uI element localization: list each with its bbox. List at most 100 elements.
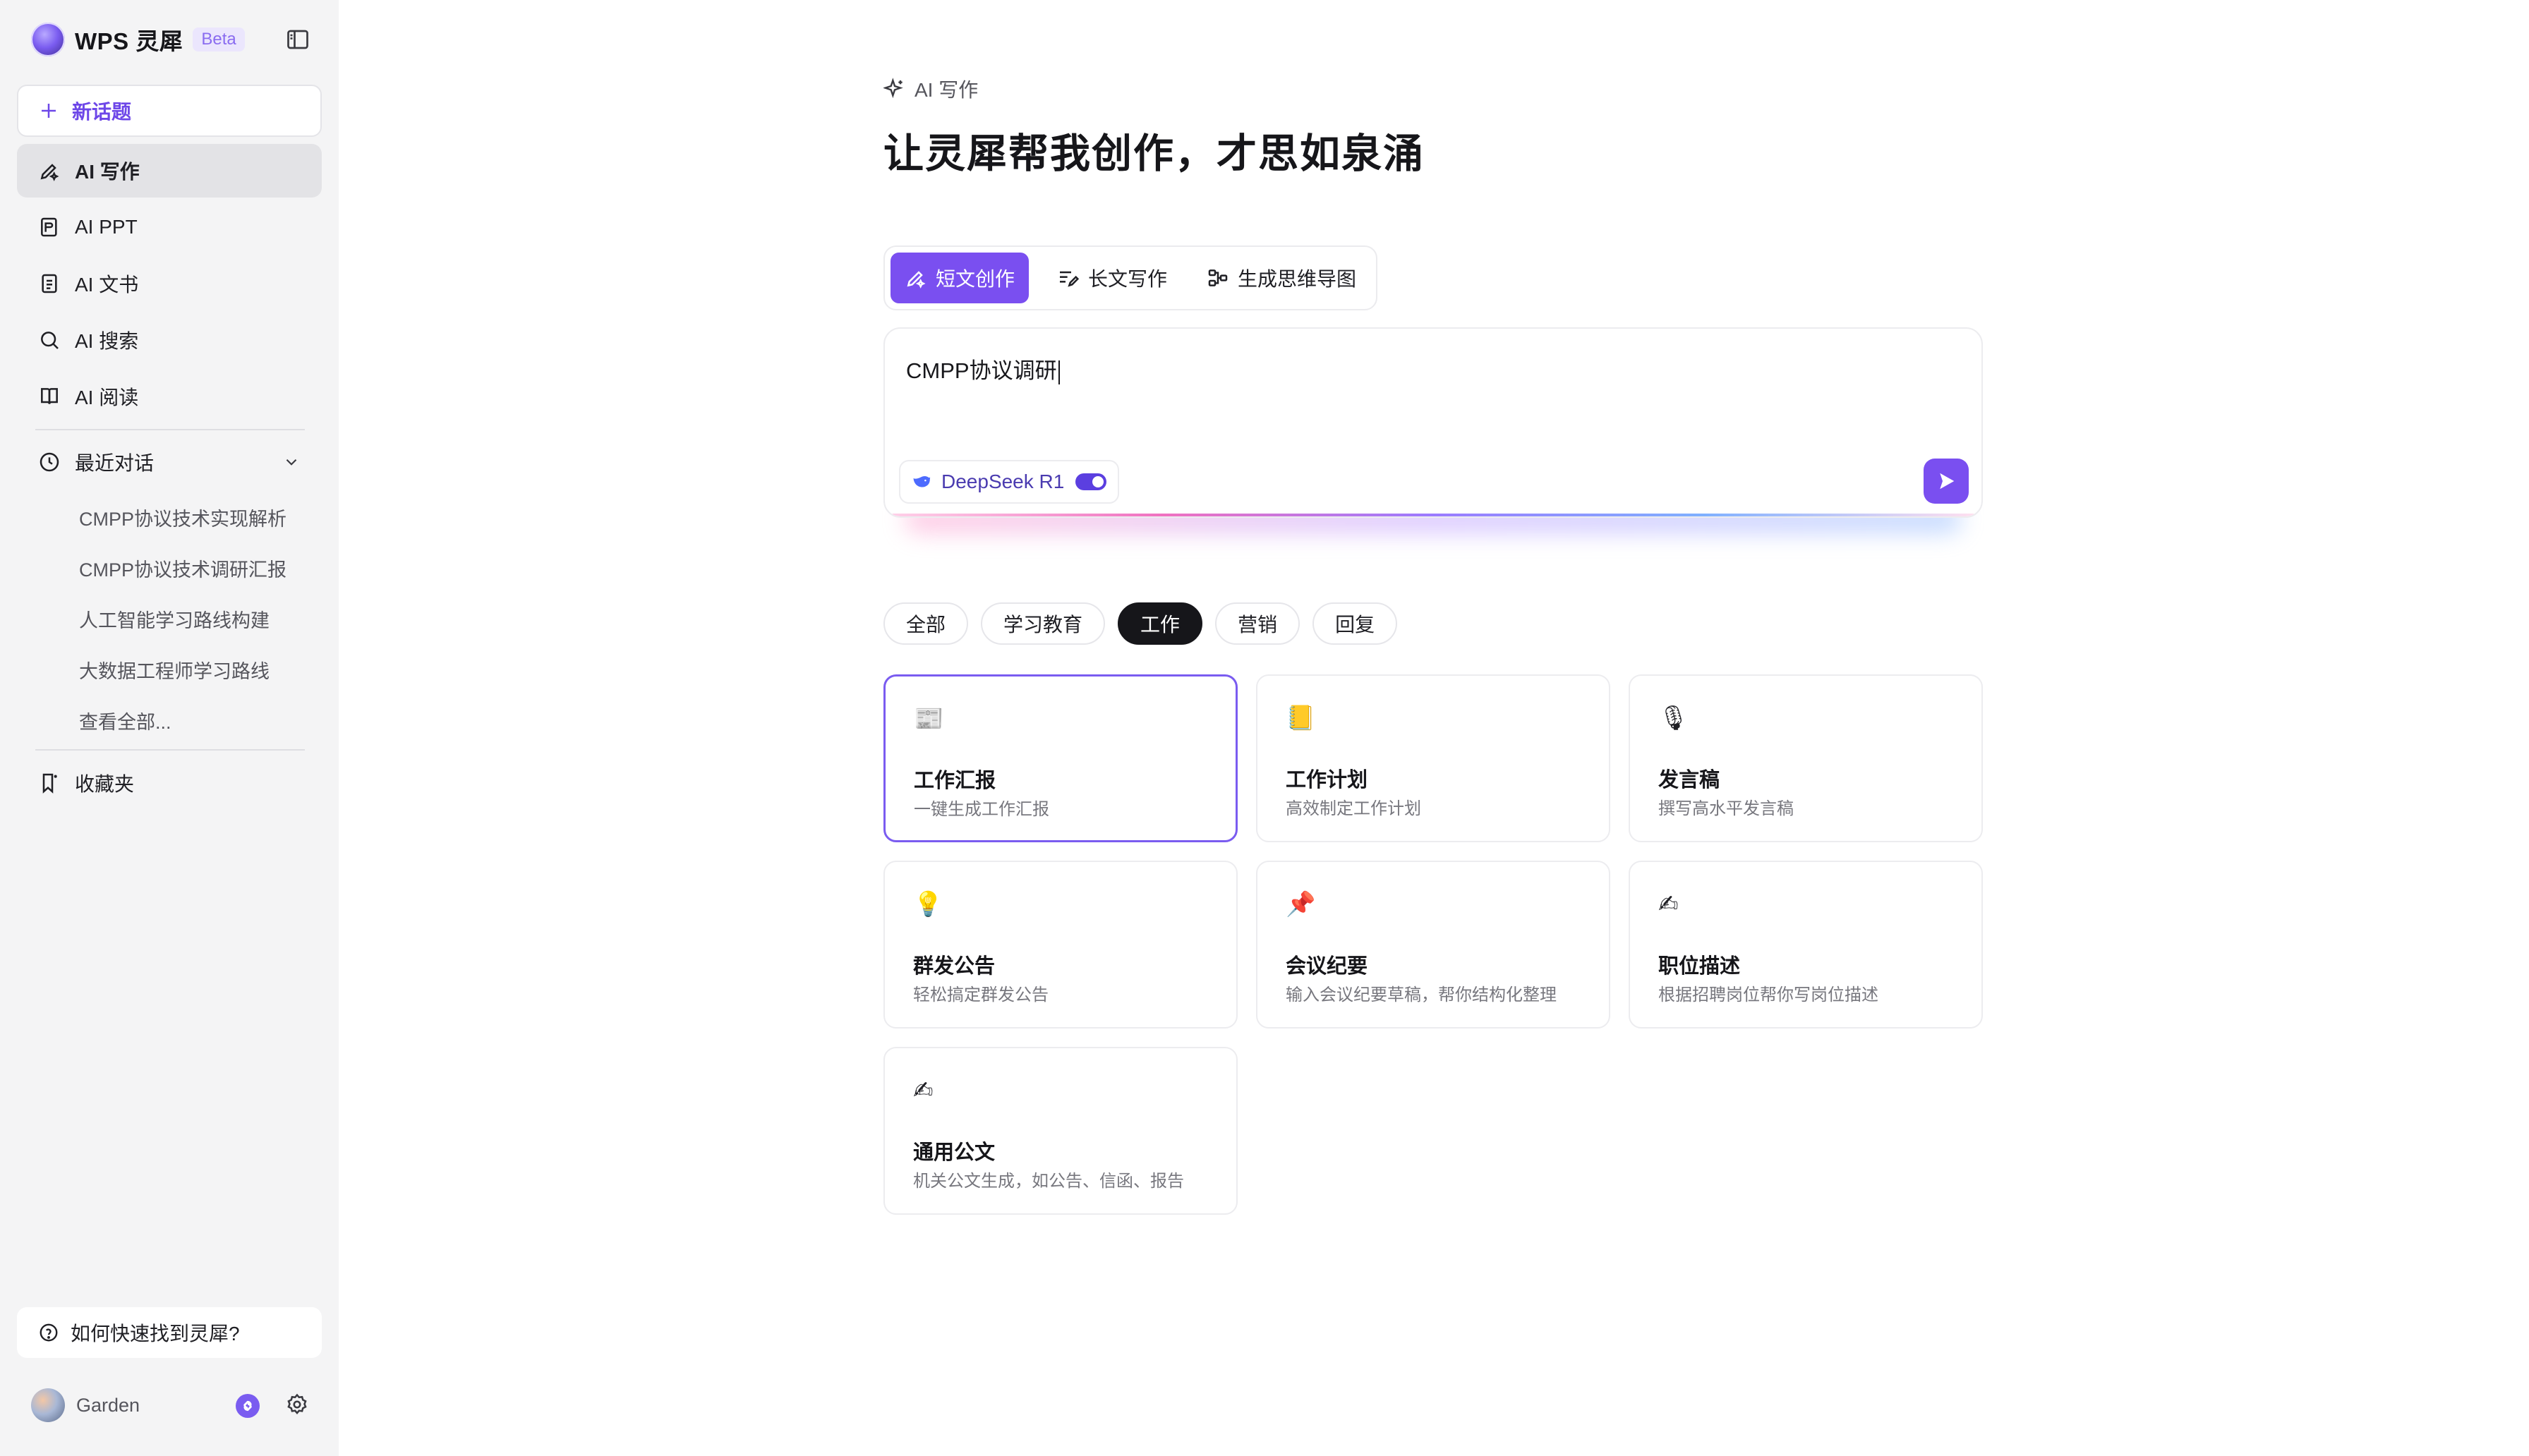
sidebar-item-label: 收藏夹 <box>75 773 135 795</box>
plus-icon <box>38 100 59 121</box>
beta-badge: Beta <box>193 28 245 51</box>
deepseek-icon <box>912 471 933 492</box>
card-title: 通用公文 <box>913 1141 996 1164</box>
microphone-icon: 🎙 <box>1658 705 1689 732</box>
sidebar-item-label: AI 文书 <box>75 274 139 296</box>
writing-hand-icon: ✍ <box>913 1077 934 1104</box>
card-desc: 机关公文生成，如公告、信函、报告 <box>913 1172 1184 1191</box>
sidebar-item-ai-search[interactable]: AI 搜索 <box>17 313 322 367</box>
category-chip[interactable]: 营销 <box>1215 602 1300 645</box>
new-topic-button[interactable]: 新话题 <box>17 85 322 137</box>
page-title: 让灵犀帮我创作，才思如泉涌 <box>883 131 1425 176</box>
avatar[interactable] <box>31 1388 65 1422</box>
book-icon <box>38 385 61 408</box>
mode-tabs: 短文创作 长文写作 生成思维导图 <box>883 245 1377 310</box>
card-desc: 撰写高水平发言稿 <box>1658 799 1794 818</box>
view-all-link[interactable]: 查看全部... <box>79 707 171 734</box>
search-icon <box>38 329 61 351</box>
prompt-area: CMPP协议调研 DeepSeek R1 <box>883 327 1983 533</box>
send-icon <box>1936 471 1957 492</box>
writing-hand-icon: ✍ <box>1658 891 1679 918</box>
card-title: 会议纪要 <box>1286 955 1368 978</box>
recent-item[interactable]: CMPP协议技术调研汇报 <box>79 554 286 582</box>
sidebar-item-ai-reading[interactable]: AI 阅读 <box>17 370 322 423</box>
sidebar-item-label: AI PPT <box>75 216 138 238</box>
ppt-icon <box>38 216 61 238</box>
clock-icon <box>38 451 61 473</box>
template-card[interactable]: 📒 工作计划 高效制定工作计划 <box>1256 674 1610 842</box>
sidebar-divider <box>35 429 305 430</box>
sidebar-item-label: AI 阅读 <box>75 387 139 408</box>
sidebar-item-ai-document[interactable]: AI 文书 <box>17 257 322 310</box>
card-title: 群发公告 <box>913 955 996 978</box>
model-name: DeepSeek R1 <box>941 471 1065 492</box>
new-topic-label: 新话题 <box>72 101 132 123</box>
recent-item[interactable]: 人工智能学习路线构建 <box>79 605 270 633</box>
category-chip-active[interactable]: 工作 <box>1118 602 1203 645</box>
tab-mind-map[interactable]: 生成思维导图 <box>1193 253 1370 303</box>
template-card[interactable]: 💡 群发公告 轻松搞定群发公告 <box>883 861 1238 1029</box>
user-name: Garden <box>76 1394 140 1416</box>
card-desc: 输入会议纪要草稿，帮你结构化整理 <box>1286 985 1557 1005</box>
brand-name: WPS 灵犀 <box>75 28 183 54</box>
card-desc: 一键生成工作汇报 <box>914 800 1049 819</box>
category-chip[interactable]: 学习教育 <box>981 602 1106 645</box>
send-button[interactable] <box>1924 459 1969 504</box>
user-row[interactable]: Garden <box>31 1387 313 1424</box>
recent-title: 最近对话 <box>75 452 155 474</box>
prompt-input-text[interactable]: CMPP协议调研 <box>906 353 1060 384</box>
sidebar-item-ai-writing[interactable]: AI 写作 <box>17 144 322 198</box>
notebook-icon: 📒 <box>1286 705 1316 732</box>
tab-label: 长文写作 <box>1088 268 1168 290</box>
sidebar-item-favorites[interactable]: 收藏夹 <box>17 756 322 810</box>
pen-sparkle-icon <box>905 267 927 289</box>
question-icon <box>38 1322 59 1343</box>
card-title: 工作汇报 <box>914 770 996 792</box>
brand[interactable]: WPS 灵犀 Beta <box>31 21 245 58</box>
card-title: 职位描述 <box>1658 955 1741 978</box>
document-icon <box>38 272 61 295</box>
sidebar-toggle-icon[interactable] <box>285 27 310 52</box>
template-card[interactable]: 🎙 发言稿 撰写高水平发言稿 <box>1629 674 1983 842</box>
recent-item[interactable]: 大数据工程师学习路线 <box>79 656 270 684</box>
pen-sparkle-icon <box>38 159 61 182</box>
member-badge-icon[interactable] <box>236 1394 260 1418</box>
category-chip[interactable]: 全部 <box>883 602 969 645</box>
section-label: AI 写作 <box>883 75 978 103</box>
tab-long-writing[interactable]: 长文写作 <box>1043 253 1181 303</box>
pushpin-icon: 📌 <box>1286 891 1316 918</box>
template-card[interactable]: ✍ 通用公文 机关公文生成，如公告、信函、报告 <box>883 1047 1238 1215</box>
card-desc: 根据招聘岗位帮你写岗位描述 <box>1658 985 1878 1005</box>
card-title: 工作计划 <box>1286 769 1368 791</box>
lightbulb-icon: 💡 <box>913 891 943 918</box>
tab-short-writing[interactable]: 短文创作 <box>891 253 1030 303</box>
bookmark-icon <box>38 772 61 794</box>
help-label: 如何快速找到灵犀? <box>71 1323 240 1345</box>
input-gradient-line <box>892 514 1974 516</box>
template-card[interactable]: 📰 工作汇报 一键生成工作汇报 <box>883 674 1238 842</box>
prompt-input[interactable]: CMPP协议调研 DeepSeek R1 <box>883 327 1983 518</box>
sidebar-item-ai-ppt[interactable]: AI PPT <box>17 200 322 254</box>
sidebar: WPS 灵犀 Beta 新话题 AI 写作 AI PPT AI 文书 AI 搜索… <box>0 0 339 1456</box>
recent-conversations-header[interactable]: 最近对话 <box>17 437 322 487</box>
card-title: 发言稿 <box>1658 769 1720 791</box>
template-card[interactable]: 📌 会议纪要 输入会议纪要草稿，帮你结构化整理 <box>1256 861 1610 1029</box>
category-chip[interactable]: 回复 <box>1312 602 1398 645</box>
category-tabs: 全部 学习教育 工作 营销 回复 <box>883 602 1398 645</box>
tab-label: 短文创作 <box>936 268 1015 290</box>
tab-label: 生成思维导图 <box>1238 268 1357 290</box>
recent-item[interactable]: CMPP协议技术实现解析 <box>79 504 286 531</box>
help-button[interactable]: 如何快速找到灵犀? <box>17 1307 322 1358</box>
model-toggle[interactable] <box>1075 473 1107 490</box>
long-text-icon <box>1057 267 1080 289</box>
chevron-down-icon[interactable] <box>282 453 301 471</box>
template-card[interactable]: ✍ 职位描述 根据招聘岗位帮你写岗位描述 <box>1629 861 1983 1029</box>
newspaper-icon: 📰 <box>914 705 944 732</box>
card-desc: 轻松搞定群发公告 <box>913 985 1049 1005</box>
gear-icon[interactable] <box>285 1393 309 1416</box>
card-desc: 高效制定工作计划 <box>1286 799 1421 818</box>
mind-map-icon <box>1207 267 1229 289</box>
sparkle-icon <box>883 78 906 100</box>
sidebar-item-label: AI 写作 <box>75 161 140 183</box>
model-selector[interactable]: DeepSeek R1 <box>899 460 1120 504</box>
